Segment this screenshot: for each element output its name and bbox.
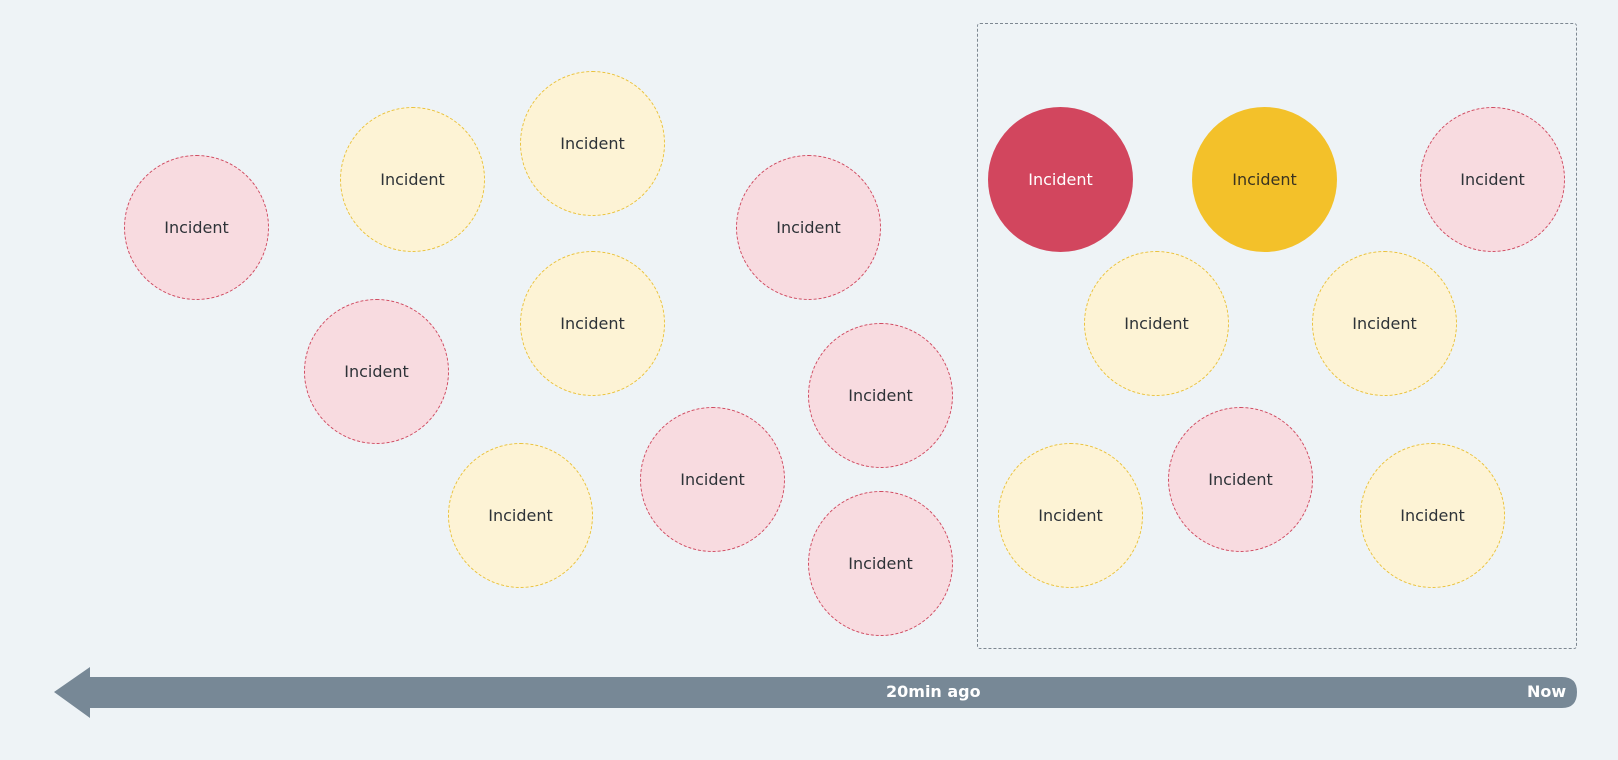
incident-label: Incident [1208,470,1273,489]
incident-timeline-diagram: Incident Incident Incident Incident Inci… [0,0,1618,760]
incident-label: Incident [560,134,625,153]
incident-label: Incident [560,314,625,333]
incident-label: Incident [680,470,745,489]
incident-bubble: Incident [1084,251,1229,396]
incident-bubble: Incident [998,443,1143,588]
incident-bubble: Incident [1312,251,1457,396]
timeline-label-past: 20min ago [886,682,981,701]
incident-label: Incident [848,554,913,573]
incident-label: Incident [1038,506,1103,525]
incident-label: Incident [380,170,445,189]
incident-bubble: Incident [736,155,881,300]
incident-bubble-active[interactable]: Incident [988,107,1133,252]
incident-label: Incident [1232,170,1297,189]
incident-bubble: Incident [520,251,665,396]
incident-label: Incident [344,362,409,381]
incident-bubble: Incident [808,491,953,636]
incident-label: Incident [1400,506,1465,525]
incident-label: Incident [488,506,553,525]
timeline-label-now: Now [1527,682,1567,701]
incident-bubble: Incident [340,107,485,252]
incident-bubble: Incident [640,407,785,552]
incident-bubble: Incident [304,299,449,444]
incident-label: Incident [1352,314,1417,333]
incident-label: Incident [1124,314,1189,333]
incident-label: Incident [1460,170,1525,189]
incident-bubble: Incident [1168,407,1313,552]
incident-bubble-active[interactable]: Incident [1192,107,1337,252]
incident-bubble: Incident [808,323,953,468]
incident-bubble: Incident [124,155,269,300]
incident-bubble: Incident [1360,443,1505,588]
incident-label: Incident [1028,170,1093,189]
incident-bubble: Incident [1420,107,1565,252]
incident-bubble: Incident [448,443,593,588]
incident-label: Incident [776,218,841,237]
timeline-arrow-shape [54,667,1577,718]
incident-bubble: Incident [520,71,665,216]
incident-label: Incident [848,386,913,405]
incident-label: Incident [164,218,229,237]
